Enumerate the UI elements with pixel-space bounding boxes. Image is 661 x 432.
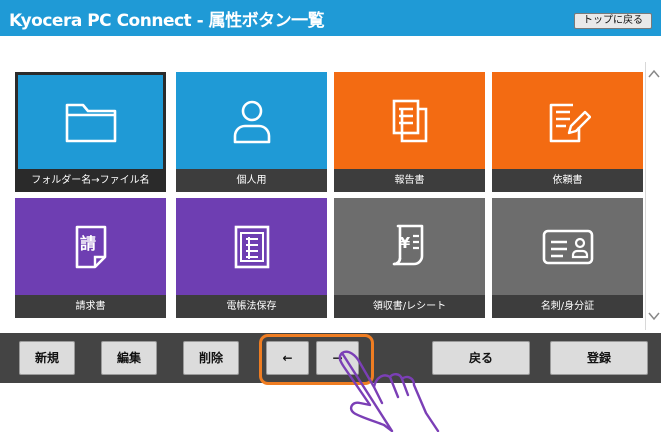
id-card-icon: [492, 198, 643, 295]
tile-label: 領収書/レシート: [334, 295, 485, 318]
tile-invoice[interactable]: 請 請求書: [15, 198, 166, 318]
ledger-document-icon: [176, 198, 327, 295]
invoice-document-icon: 請: [15, 198, 166, 295]
vertical-scrollbar[interactable]: [645, 62, 661, 330]
tile-folder-to-filename[interactable]: フォルダー名→ファイル名: [15, 72, 166, 192]
register-button[interactable]: 登録: [550, 341, 648, 375]
tile-receipt[interactable]: ¥ 領収書/レシート: [334, 198, 485, 318]
pointing-hand-icon: [338, 350, 440, 432]
tile-label: 請求書: [15, 295, 166, 318]
title-bar: Kyocera PC Connect - 属性ボタン一覧 トップに戻る: [0, 0, 661, 36]
tile-business-card-id[interactable]: 名刺/身分証: [492, 198, 643, 318]
tile-personal[interactable]: 個人用: [176, 72, 327, 192]
tile-label: 名刺/身分証: [492, 295, 643, 318]
person-icon: [176, 72, 327, 169]
receipt-icon: ¥: [334, 198, 485, 295]
chevron-up-icon[interactable]: [646, 68, 661, 84]
tile-request[interactable]: 依頼書: [492, 72, 643, 192]
new-button[interactable]: 新規: [19, 341, 75, 375]
report-document-icon: [334, 72, 485, 169]
tile-report[interactable]: 報告書: [334, 72, 485, 192]
tile-label: 電帳法保存: [176, 295, 327, 318]
edit-button[interactable]: 編集: [101, 341, 157, 375]
attribute-button-grid: フォルダー名→ファイル名 個人用 報告書 依頼書 請 請求書 電帳法保存 ¥ 領…: [0, 62, 661, 330]
tile-label: フォルダー名→ファイル名: [15, 169, 166, 192]
tile-label: 報告書: [334, 169, 485, 192]
tile-label: 個人用: [176, 169, 327, 192]
chevron-down-icon[interactable]: [646, 310, 661, 326]
folder-icon: [15, 72, 166, 169]
tile-label: 依頼書: [492, 169, 643, 192]
window-title: Kyocera PC Connect - 属性ボタン一覧: [9, 11, 325, 31]
back-button[interactable]: 戻る: [432, 341, 530, 375]
back-to-top-button[interactable]: トップに戻る: [574, 13, 652, 29]
svg-text:請: 請: [79, 234, 95, 253]
svg-text:¥: ¥: [399, 234, 410, 252]
delete-button[interactable]: 削除: [183, 341, 239, 375]
tile-electronic-ledger[interactable]: 電帳法保存: [176, 198, 327, 318]
request-document-pen-icon: [492, 72, 643, 169]
